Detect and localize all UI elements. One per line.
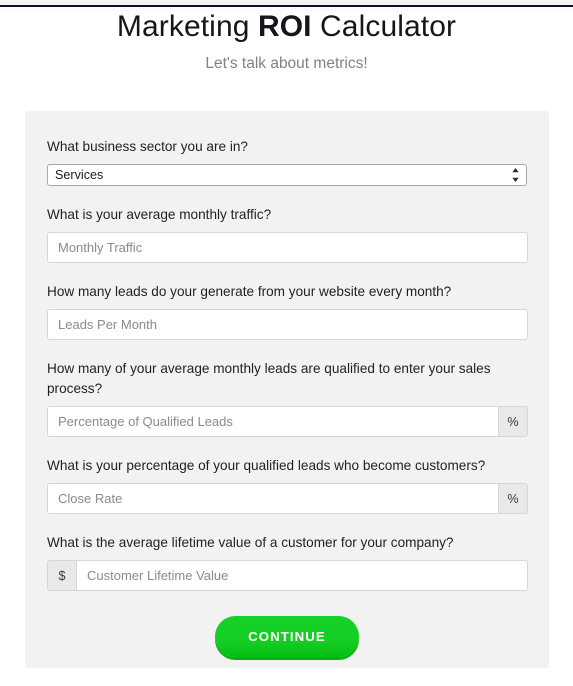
dollar-addon-customer-lifetime-value: $ (47, 560, 76, 591)
percent-addon-close-rate: % (499, 483, 528, 514)
label-customer-lifetime-value: What is the average lifetime value of a … (47, 535, 454, 550)
field-group-qualified-leads-percentage: How many of your average monthly leads a… (47, 359, 528, 437)
field-group-customer-lifetime-value: What is the average lifetime value of a … (47, 533, 528, 591)
label-qualified-leads-percentage: How many of your average monthly leads a… (47, 361, 491, 396)
page-title-emphasis: ROI (257, 10, 312, 43)
label-close-rate: What is your percentage of your qualifie… (47, 458, 486, 473)
input-leads-per-month[interactable] (47, 309, 528, 340)
input-close-rate[interactable] (47, 483, 499, 514)
page-title-prefix: Marketing (116, 10, 258, 43)
input-row-close-rate: % (47, 483, 528, 514)
input-row-customer-lifetime-value: $ (47, 560, 528, 591)
input-row-qualified-leads-percentage: % (47, 406, 528, 437)
label-business-sector: What business sector you are in? (47, 139, 248, 154)
page-title-suffix: Calculator (311, 10, 457, 43)
field-group-monthly-traffic: What is your average monthly traffic? (47, 205, 528, 263)
percent-addon-qualified-leads: % (499, 406, 528, 437)
page-header: Marketing ROI Calculator Let's talk abou… (0, 8, 573, 75)
input-row-monthly-traffic (47, 232, 528, 263)
page-title: Marketing ROI Calculator (0, 8, 573, 46)
continue-button[interactable]: CONTINUE (215, 616, 359, 657)
field-group-leads-per-month: How many leads do your generate from you… (47, 282, 528, 340)
input-row-leads-per-month (47, 309, 528, 340)
label-monthly-traffic: What is your average monthly traffic? (47, 207, 272, 222)
input-monthly-traffic[interactable] (47, 232, 528, 263)
field-group-close-rate: What is your percentage of your qualifie… (47, 456, 528, 514)
field-group-business-sector: What business sector you are in? Service… (47, 137, 527, 186)
label-leads-per-month: How many leads do your generate from you… (47, 284, 452, 299)
submit-button-wrapper: CONTINUE (47, 616, 527, 657)
roi-calculator-form-panel: What business sector you are in? Service… (25, 111, 549, 668)
input-customer-lifetime-value[interactable] (76, 560, 528, 591)
select-business-sector[interactable]: Services (47, 164, 527, 186)
page-subtitle: Let's talk about metrics! (205, 55, 368, 72)
input-qualified-leads-percentage[interactable] (47, 406, 499, 437)
